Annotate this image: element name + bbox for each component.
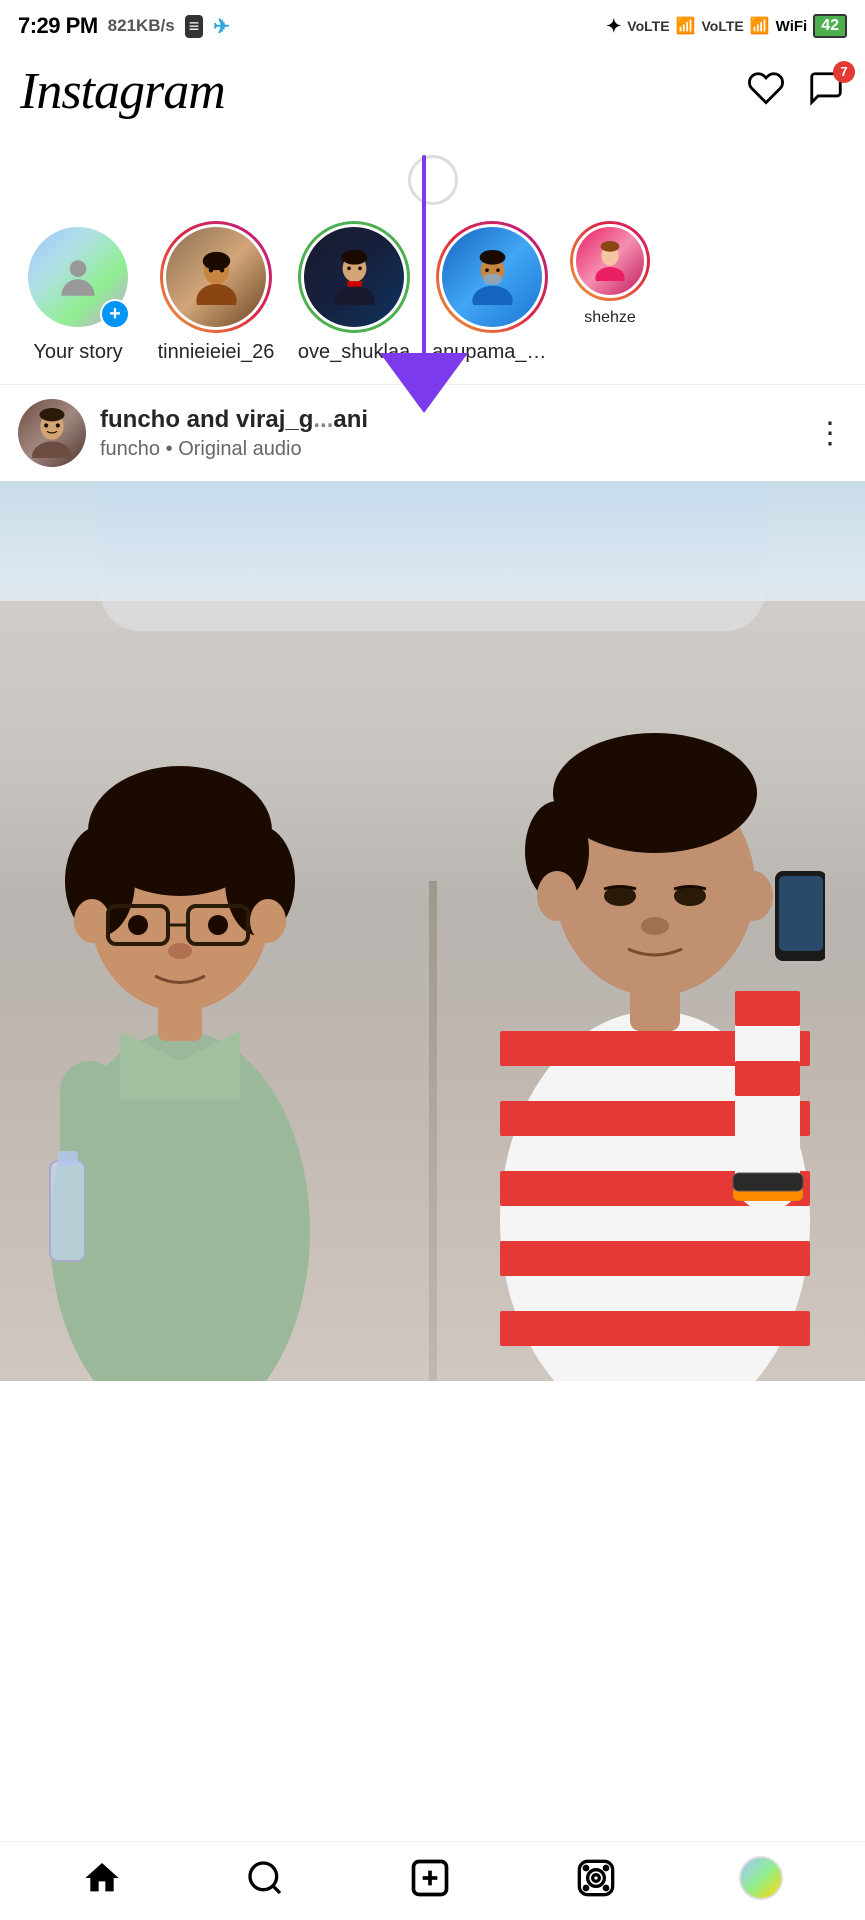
car-interior-scene (0, 481, 865, 1381)
app-header: Instagram 7 (0, 52, 865, 135)
signal-4g-icon: 📶 (676, 16, 696, 36)
signal-lte2: VoLTE (701, 18, 743, 34)
network-speed: 821KB/s (108, 16, 175, 36)
signal-lte1: VoLTE (627, 18, 669, 34)
anupama-ring (436, 221, 548, 333)
reel-post: funcho and viraj_g...ani funcho • Origin… (0, 385, 865, 1381)
status-icons: ✦ VoLTE 📶 VoLTE 📶 WiFi 42 (606, 14, 847, 38)
story-anupama[interactable]: anupama_vi... (432, 221, 552, 364)
tinnieieiei-avatar (163, 224, 269, 330)
story-tinnieieiei[interactable]: tinnieieiei_26 (156, 221, 276, 364)
ove-shuklaa-label: ove_shuklaa (298, 341, 410, 364)
story-shehze[interactable]: shehze (570, 221, 650, 364)
battery-icon: 42 (813, 14, 847, 38)
person-right (485, 631, 825, 1381)
ove-shuklaa-avatar-wrap (298, 221, 410, 333)
reel-username2: viraj_g...ani (236, 406, 368, 433)
anupama-avatar (439, 224, 545, 330)
notifications-button[interactable] (747, 69, 785, 115)
message-badge: 7 (833, 61, 855, 83)
reel-username: funcho and viraj_g...ani (100, 406, 368, 434)
nav-profile-avatar (739, 1856, 783, 1900)
your-story-label: Your story (33, 341, 122, 364)
gesture-bar (0, 1908, 865, 1920)
reel-video-content[interactable] (0, 481, 865, 1381)
instagram-logo: Instagram (20, 62, 225, 121)
post-options-button[interactable]: ⋮ (815, 416, 847, 451)
wifi-signal: WiFi (776, 18, 808, 35)
nav-reels[interactable] (576, 1858, 616, 1898)
seat-divider (429, 881, 437, 1381)
story-your-story[interactable]: + Your story (18, 221, 138, 364)
reel-header: funcho and viraj_g...ani funcho • Origin… (0, 385, 865, 481)
ove-shuklaa-avatar (301, 224, 407, 330)
reel-subtext: funcho • Original audio (100, 438, 368, 461)
add-story-button[interactable]: + (100, 299, 130, 329)
nav-add[interactable] (408, 1856, 452, 1900)
status-bar: 7:29 PM 821KB/s ≡ ✈ ✦ VoLTE 📶 VoLTE 📶 Wi… (0, 0, 865, 52)
bluetooth-icon: ✦ (606, 16, 621, 37)
wifi-icon: 📶 (750, 16, 770, 36)
tinnieieiei-label: tinnieieiei_26 (158, 341, 275, 364)
shehze-ring (570, 221, 650, 301)
sunroof (100, 481, 765, 631)
anupama-avatar-wrap (436, 221, 548, 333)
shehze-avatar-wrap (570, 221, 650, 301)
nav-home[interactable] (82, 1858, 122, 1898)
reel-avatar (18, 399, 86, 467)
telegram-icon: ✈ (213, 14, 230, 39)
story-ove-shuklaa[interactable]: ove_shuklaa (294, 221, 414, 364)
pull-refresh-indicator (0, 135, 865, 205)
pull-circle (408, 155, 458, 205)
anupama-label: anupama_vi... (432, 341, 552, 364)
stories-row: + Your story (0, 215, 865, 370)
nav-search[interactable] (245, 1858, 285, 1898)
stories-section: + Your story (0, 205, 865, 385)
shehze-avatar (573, 224, 647, 298)
tinnieieiei-ring (160, 221, 272, 333)
your-story-avatar-wrap: + (22, 221, 134, 333)
shehze-label: shehze (584, 309, 636, 327)
reel-user-info: funcho and viraj_g...ani funcho • Origin… (100, 406, 368, 461)
messenger-button[interactable]: 7 (807, 69, 845, 115)
app-icon-1: ≡ (185, 15, 204, 38)
tinnieieiei-avatar-wrap (160, 221, 272, 333)
nav-profile[interactable] (739, 1856, 783, 1900)
ove-shuklaa-ring (298, 221, 410, 333)
status-time: 7:29 PM (18, 13, 98, 39)
person-left (40, 681, 320, 1381)
header-icons: 7 (747, 69, 845, 115)
reel-user[interactable]: funcho and viraj_g...ani funcho • Origin… (18, 399, 368, 467)
